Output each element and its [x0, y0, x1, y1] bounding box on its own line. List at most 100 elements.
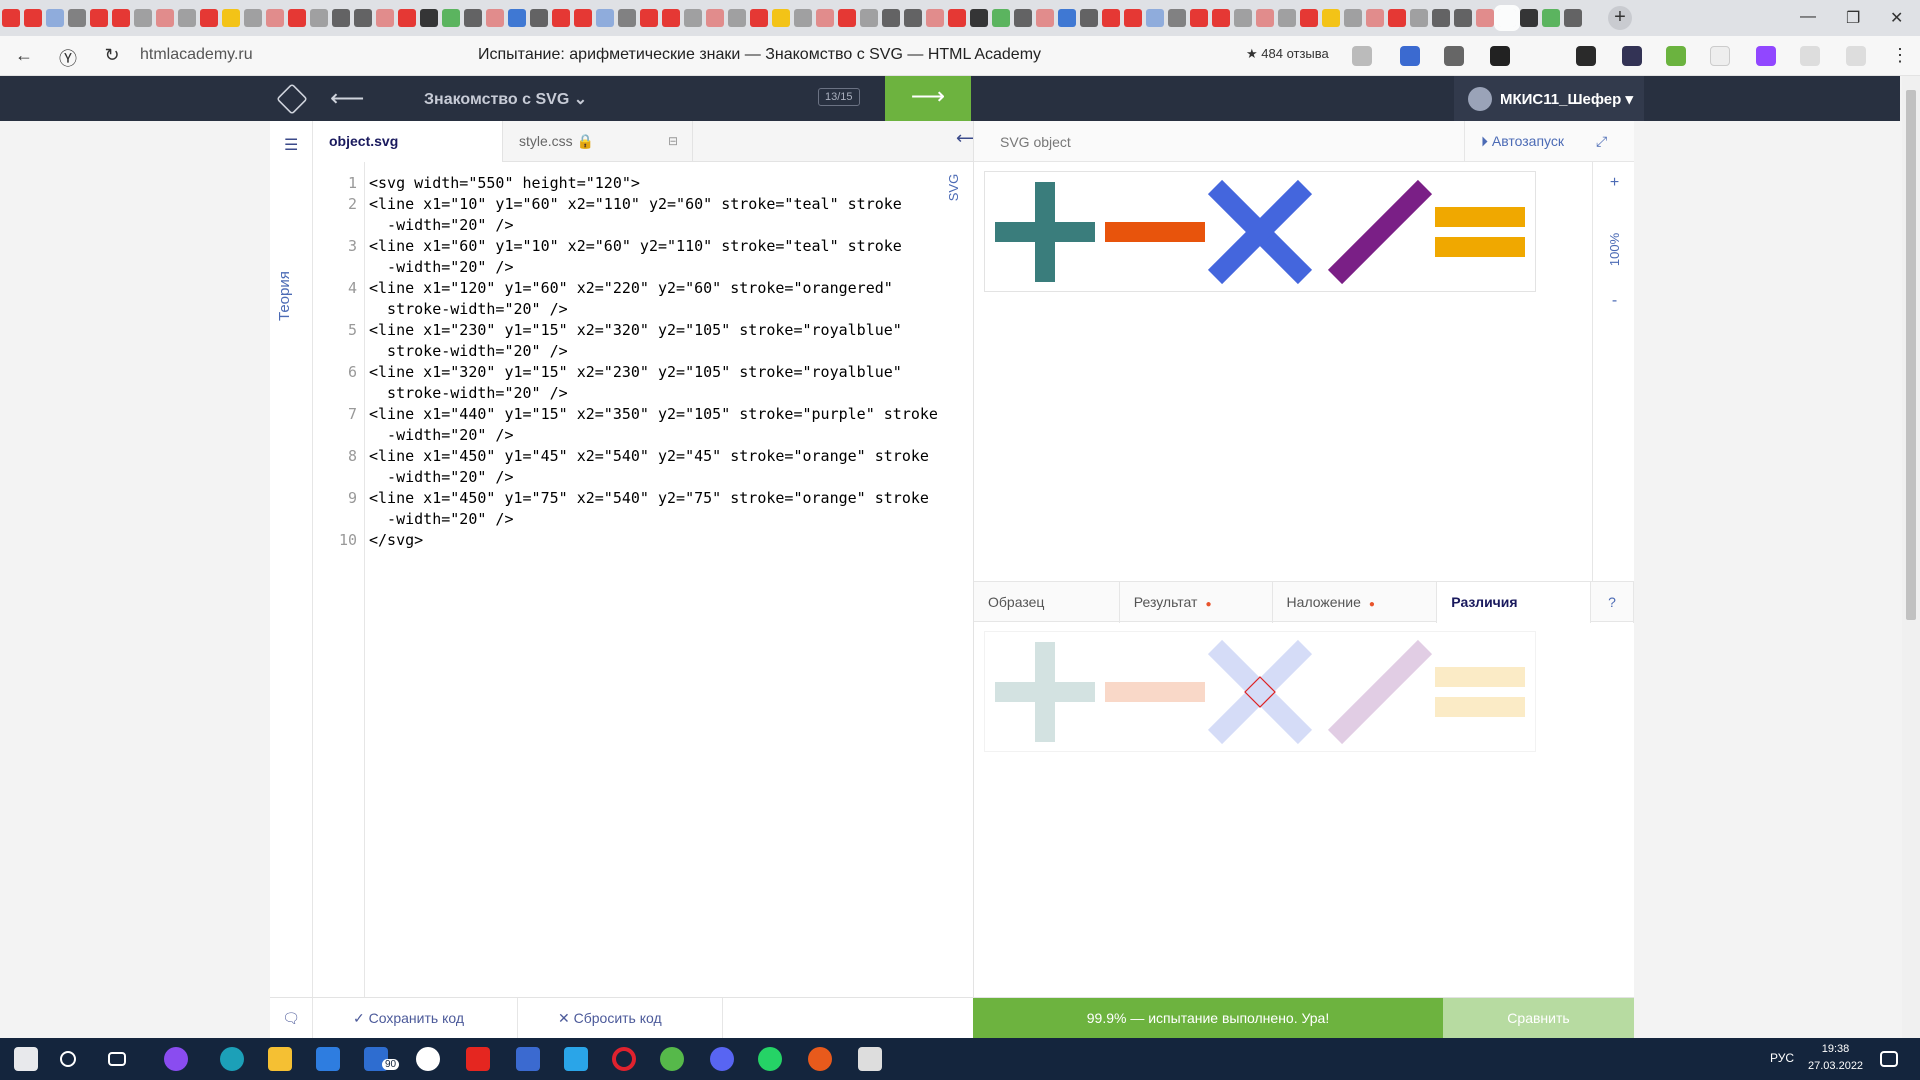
browser-tab[interactable] [354, 9, 372, 27]
browser-tab[interactable] [948, 9, 966, 27]
browser-tab[interactable] [574, 9, 592, 27]
search-icon[interactable] [60, 1051, 76, 1067]
browser-tab[interactable] [1014, 9, 1032, 27]
browser-tab[interactable] [376, 9, 394, 27]
code-line[interactable]: -width="20" /> [369, 467, 964, 488]
browser-tab[interactable] [970, 9, 988, 27]
browser-tab[interactable] [508, 9, 526, 27]
browser-tab[interactable] [398, 9, 416, 27]
browser-tab[interactable] [1168, 9, 1186, 27]
code-line[interactable]: 1 <svg width="550" height="120"> [348, 173, 964, 194]
language-indicator[interactable]: РУС [1770, 1051, 1794, 1065]
tab-result[interactable]: Результат ● [1120, 582, 1273, 623]
code-line[interactable]: stroke-width="20" /> [369, 341, 964, 362]
code-line[interactable]: 3 <line x1="60" y1="10" x2="60" y2="110" … [348, 236, 964, 257]
reload-icon[interactable]: ↻ [94, 45, 130, 66]
explorer-icon[interactable] [268, 1047, 292, 1071]
code-line[interactable]: stroke-width="20" /> [369, 299, 964, 320]
notes-icon[interactable] [564, 1047, 588, 1071]
browser-tab[interactable] [1278, 9, 1296, 27]
tab-overlay[interactable]: Наложение ● [1273, 582, 1438, 623]
course-title-dropdown[interactable]: Знакомство с SVG ⌄ [424, 89, 587, 109]
clock[interactable]: 19:38 27.03.2022 [1808, 1041, 1863, 1075]
browser-tab[interactable] [1494, 5, 1520, 31]
url-field[interactable]: htmlacademy.ru [140, 46, 253, 64]
browser-tab[interactable] [1344, 9, 1362, 27]
browser-tab[interactable] [68, 9, 86, 27]
browser-tab[interactable] [794, 9, 812, 27]
help-button[interactable]: ? [1591, 582, 1634, 623]
code-line[interactable]: 5 <line x1="230" y1="15" x2="320" y2="105… [348, 320, 964, 341]
code-line[interactable]: 7 <line x1="440" y1="15" x2="350" y2="105… [348, 404, 964, 425]
autorun-toggle[interactable]: ⏵ Автозапуск [1464, 121, 1592, 162]
expand-icon[interactable]: ⤢ [1596, 133, 1607, 150]
browser-tab[interactable] [46, 9, 64, 27]
prev-step-arrow-icon[interactable]: ⟵ [330, 84, 364, 113]
save-code-button[interactable]: ✓ Сохранить код [313, 998, 518, 1039]
tab-sample[interactable]: Образец [974, 582, 1120, 623]
browser-tab[interactable] [1146, 9, 1164, 27]
code-line[interactable]: 6 <line x1="320" y1="15" x2="230" y2="105… [348, 362, 964, 383]
browser-tab[interactable] [442, 9, 460, 27]
browser-tab[interactable] [222, 9, 240, 27]
browser-tab[interactable] [1234, 9, 1252, 27]
browser-tab[interactable] [1410, 9, 1428, 27]
browser-tab[interactable] [2, 9, 20, 27]
browser-tab[interactable] [1476, 9, 1494, 27]
browser-tab[interactable] [772, 9, 790, 27]
tab-object-svg[interactable]: object.svg [313, 121, 503, 162]
browser-tab[interactable] [662, 9, 680, 27]
alice-icon[interactable] [164, 1047, 188, 1071]
code-line[interactable]: -width="20" /> [369, 425, 964, 446]
browser-tab[interactable] [288, 9, 306, 27]
reset-code-button[interactable]: ✕ Сбросить код [518, 998, 723, 1039]
extension-icon[interactable] [1666, 46, 1686, 66]
browser-tab[interactable] [90, 9, 108, 27]
yandex-browser-icon[interactable] [416, 1047, 440, 1071]
browser-tab[interactable] [1564, 9, 1582, 27]
opera-icon[interactable] [612, 1047, 636, 1071]
minimize-icon[interactable]: — [1800, 8, 1816, 26]
user-menu[interactable]: МКИС11_Шефер ▾ [1454, 76, 1644, 121]
browser-tab[interactable] [1454, 9, 1472, 27]
browser-tab[interactable] [882, 9, 900, 27]
browser-tab[interactable] [420, 9, 438, 27]
scrollbar-thumb[interactable] [1906, 90, 1916, 620]
tab-differences[interactable]: Различия [1437, 582, 1592, 623]
browser-tab[interactable] [1322, 9, 1340, 27]
menu-icon[interactable]: ⋮ [1882, 45, 1918, 66]
notifications-icon[interactable] [1880, 1051, 1898, 1067]
browser-tab[interactable] [530, 9, 548, 27]
tab-style-css[interactable]: style.css 🔒 ⊟ [503, 121, 693, 162]
new-tab-button[interactable]: + [1608, 6, 1632, 30]
whatsapp-icon[interactable] [758, 1047, 782, 1071]
browser-tab[interactable] [1058, 9, 1076, 27]
yandex-icon[interactable]: Ⓨ [50, 45, 86, 71]
browser-tab[interactable] [1300, 9, 1318, 27]
browser-tab[interactable] [134, 9, 152, 27]
back-icon[interactable]: ← [6, 45, 42, 66]
browser-tab[interactable] [1124, 9, 1142, 27]
browser-tab[interactable] [706, 9, 724, 27]
academy-logo-icon[interactable] [276, 83, 308, 115]
browser-tab[interactable] [178, 9, 196, 27]
code-line[interactable]: 4 <line x1="120" y1="60" x2="220" y2="60"… [348, 278, 964, 299]
app-icon[interactable] [808, 1047, 832, 1071]
app-icon[interactable] [858, 1047, 882, 1071]
comment-icon[interactable]: 🗨 [270, 998, 313, 1039]
store-icon[interactable] [316, 1047, 340, 1071]
zoom-out-button[interactable]: - [1593, 292, 1636, 310]
browser-tab[interactable] [24, 9, 42, 27]
discord-icon[interactable] [710, 1047, 734, 1071]
browser-tab[interactable] [838, 9, 856, 27]
code-line[interactable]: -width="20" /> [369, 509, 964, 530]
code-line[interactable]: -width="20" /> [369, 215, 964, 236]
browser-tab[interactable] [156, 9, 174, 27]
browser-tab[interactable] [1190, 9, 1208, 27]
browser-tab[interactable] [596, 9, 614, 27]
browser-tab[interactable] [1388, 9, 1406, 27]
browser-tab[interactable] [640, 9, 658, 27]
browser-tab[interactable] [266, 9, 284, 27]
browser-tab[interactable] [1102, 9, 1120, 27]
extension-icon[interactable] [1576, 46, 1596, 66]
